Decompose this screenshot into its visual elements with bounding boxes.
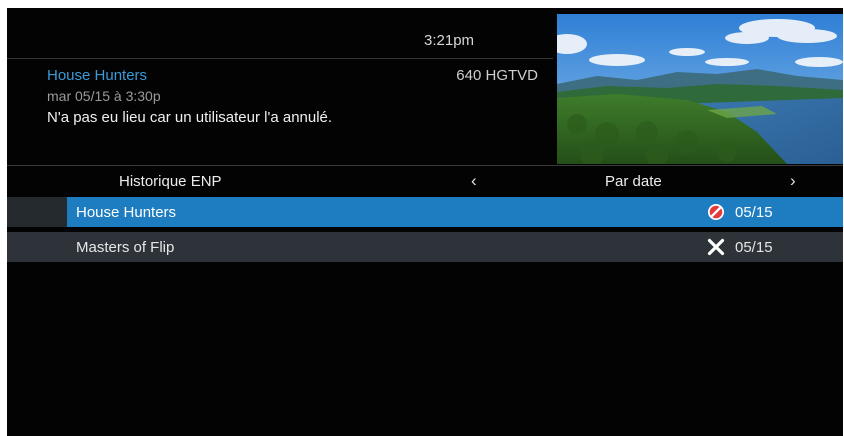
row-date: 05/15: [735, 204, 773, 221]
history-row[interactable]: Masters of Flip 05/15: [7, 232, 843, 262]
program-title: House Hunters: [47, 67, 148, 84]
next-sort-arrow-icon[interactable]: ›: [790, 171, 796, 191]
history-title: Historique ENP: [119, 173, 222, 190]
history-row-selected[interactable]: House Hunters 05/15: [7, 197, 843, 227]
prev-sort-arrow-icon[interactable]: ‹: [471, 171, 477, 191]
row-gutter: [7, 197, 67, 227]
channel-label: 640 HGTVD: [456, 67, 538, 84]
sort-mode-label[interactable]: Par date: [605, 173, 662, 190]
row-highlight: [67, 197, 843, 227]
program-info-header: 3:21pm House Hunters 640 HGTVD mar 05/15…: [7, 8, 843, 165]
preview-image: [557, 14, 843, 164]
header-divider: [7, 58, 553, 59]
history-nav-bar: Historique ENP ‹ Par date ›: [7, 166, 843, 196]
x-icon: [707, 238, 725, 256]
row-title: House Hunters: [76, 204, 177, 221]
dvr-history-screen: 3:21pm House Hunters 640 HGTVD mar 05/15…: [7, 8, 843, 436]
row-title: Masters of Flip: [76, 239, 175, 256]
airtime-label: mar 05/15 à 3:30p: [47, 88, 161, 104]
row-date: 05/15: [735, 239, 773, 256]
recording-status-message: N'a pas eu lieu car un utilisateur l'a a…: [47, 109, 333, 126]
cancelled-icon: [707, 203, 725, 221]
clock: 3:21pm: [424, 32, 475, 49]
